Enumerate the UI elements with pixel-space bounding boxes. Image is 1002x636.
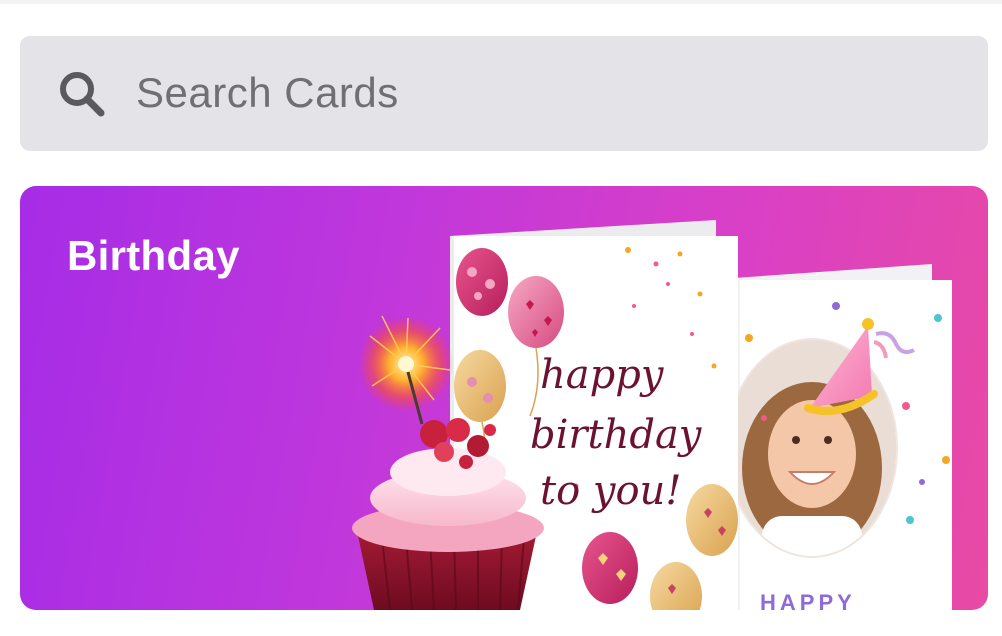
top-divider [0,0,1002,4]
category-title: Birthday [67,232,240,279]
card-greeting-line-2: birthday [530,412,703,458]
photo-card: HAPPY [726,264,952,610]
card-greeting-line-3: to you! [540,468,681,514]
card-greeting-line-1: happy [540,352,665,398]
card-categories-screen: HAPPY [0,0,1002,636]
search-icon[interactable] [56,68,108,120]
search-input[interactable] [136,54,956,132]
bottom-spacer [0,624,1002,636]
category-card-birthday[interactable]: HAPPY happy birthday to you! Birthday [20,186,988,610]
front-card-text: HAPPY [760,590,856,610]
